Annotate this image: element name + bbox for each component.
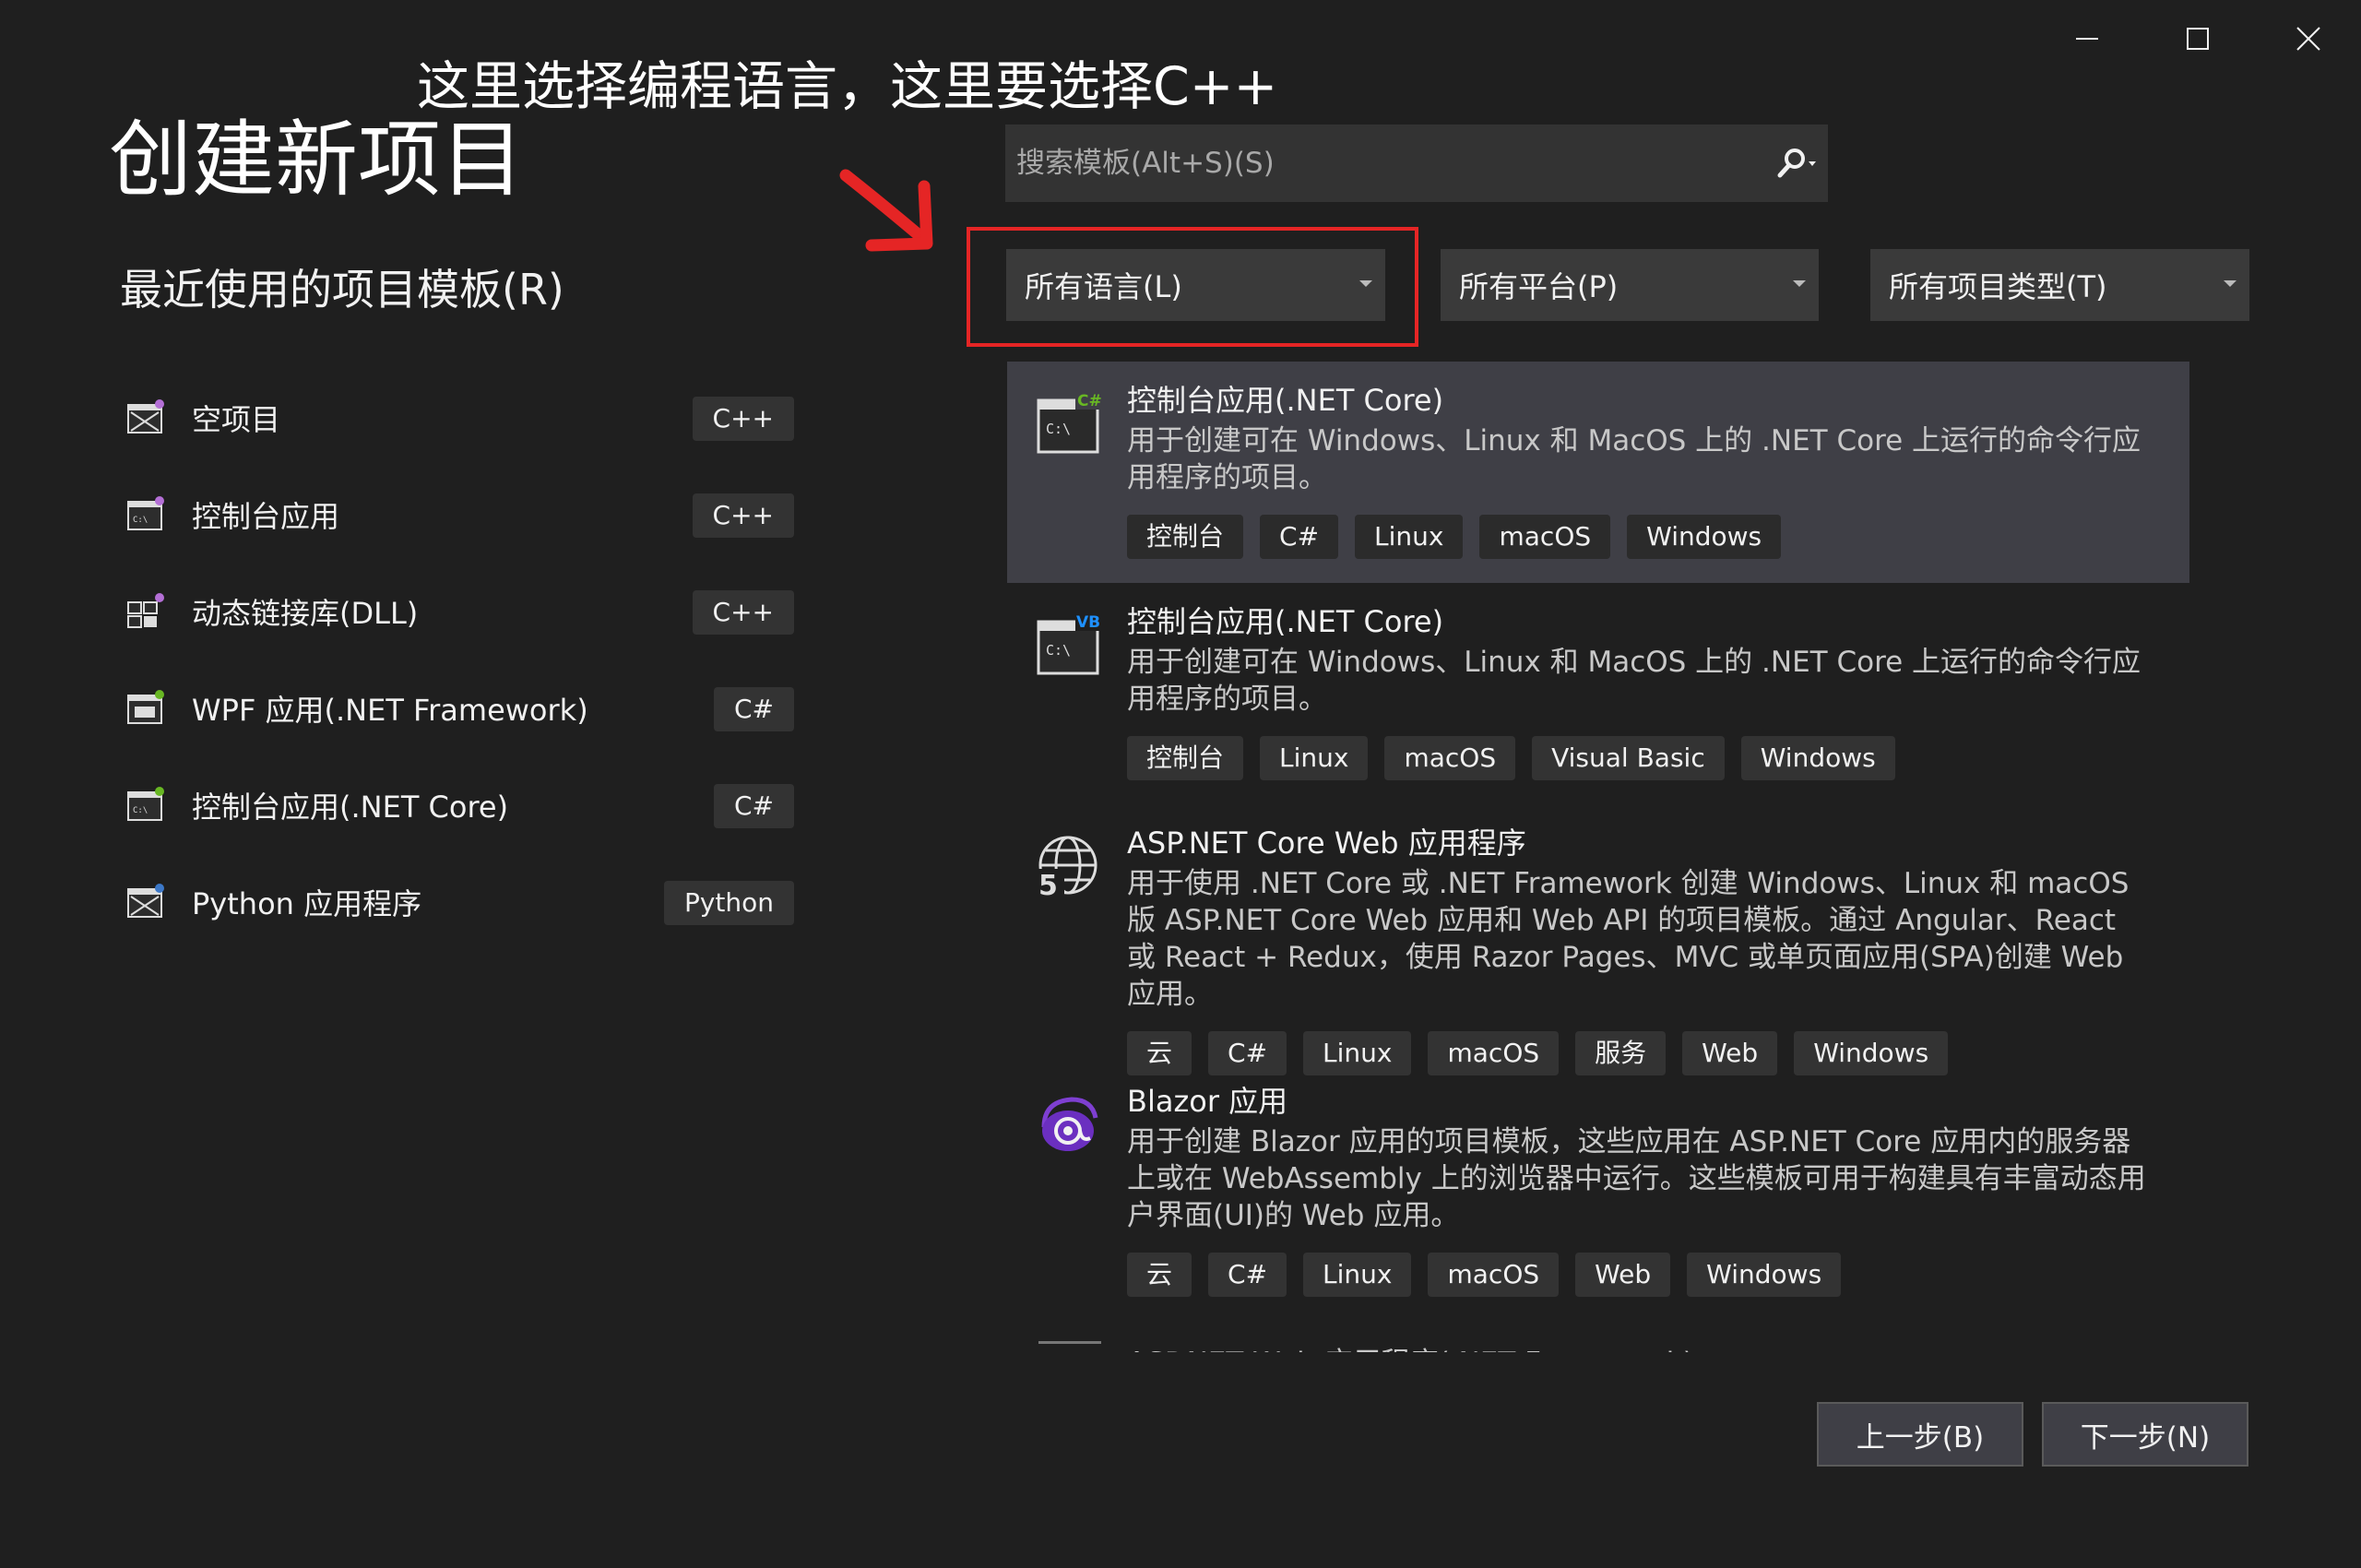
template-list[interactable]: C:\ C# 控制台应用(.NET Core) 用于创建可在 Windows、L… <box>1007 362 2189 1352</box>
svg-text:C:\: C:\ <box>1046 421 1071 437</box>
template-search <box>1005 125 1828 202</box>
recent-item-dll[interactable]: 动态链接库(DLL) C++ <box>120 563 798 659</box>
page-title: 创建新项目 <box>109 112 524 208</box>
search-input[interactable] <box>1005 147 1762 180</box>
template-description: 用于创建 Blazor 应用的项目模板，这些应用在 ASP.NET Core 应… <box>1127 1125 2146 1232</box>
svg-text:C:\: C:\ <box>1046 642 1071 659</box>
tag: 控制台 <box>1127 515 1244 559</box>
python-app-icon <box>127 883 164 918</box>
template-description: 用于创建可在 Windows、Linux 和 MacOS 上的 .NET Cor… <box>1127 646 2142 716</box>
language-badge: C++ <box>692 493 794 538</box>
tag: Visual Basic <box>1532 736 1725 780</box>
tag: C# <box>1260 515 1339 559</box>
template-description: 用于创建可在 Windows、Linux 和 MacOS 上的 .NET Cor… <box>1127 424 2142 494</box>
recent-item-label: Python 应用程序 <box>192 885 422 921</box>
template-title: 控制台应用(.NET Core) <box>1127 604 1444 639</box>
chevron-down-icon <box>2224 280 2236 287</box>
cutoff-icon <box>1038 1341 1101 1344</box>
wpf-app-icon <box>127 689 164 724</box>
template-item-aspnet-core-web[interactable]: 5 ASP.NET Core Web 应用程序 用于使用 .NET Core 或… <box>1007 804 2189 1075</box>
tag: Linux <box>1355 515 1464 559</box>
language-badge: C# <box>713 784 794 828</box>
tag: macOS <box>1428 1253 1560 1297</box>
back-button[interactable]: 上一步(B) <box>1817 1402 2023 1467</box>
recent-item-console-netcore[interactable]: C:\ 控制台应用(.NET Core) C# <box>120 756 798 853</box>
maximize-icon <box>2187 28 2209 50</box>
console-app-icon: C:\ <box>127 786 164 821</box>
minimize-button[interactable] <box>2036 11 2138 66</box>
chevron-down-icon <box>1793 280 1806 287</box>
search-button[interactable] <box>1762 125 1828 202</box>
svg-text:C:\: C:\ <box>133 806 148 815</box>
recent-item-label: 动态链接库(DLL) <box>192 595 419 631</box>
tag: Windows <box>1740 736 1895 780</box>
template-item-console-netcore-vb[interactable]: C:\ VB 控制台应用(.NET Core) 用于创建可在 Windows、L… <box>1007 583 2189 804</box>
minimize-icon <box>2076 38 2098 40</box>
template-item-cutoff[interactable]: ASP.NET Web 应用程序(.NET Framework) <box>1007 1321 2189 1352</box>
close-icon <box>2296 27 2320 51</box>
chevron-down-icon <box>1359 280 1372 287</box>
tag: Linux <box>1260 736 1369 780</box>
template-title: ASP.NET Web 应用程序(.NET Framework) <box>1127 1339 1694 1352</box>
annotation-arrow <box>839 169 933 252</box>
vb-console-icon: C:\ VB <box>1037 611 1103 675</box>
tag: Linux <box>1303 1253 1412 1297</box>
language-filter-dropdown[interactable]: 所有语言(L) <box>1006 249 1385 321</box>
tag: Windows <box>1687 1253 1842 1297</box>
tag: macOS <box>1384 736 1516 780</box>
recent-item-python-app[interactable]: Python 应用程序 Python <box>120 853 798 950</box>
tag: Web <box>1575 1253 1671 1297</box>
tag: C# <box>1208 1253 1287 1297</box>
close-button[interactable] <box>2258 11 2359 66</box>
annotation-text: 这里选择编程语言，这里要选择C++ <box>417 56 1278 117</box>
maximize-button[interactable] <box>2147 11 2248 66</box>
platform-filter-dropdown[interactable]: 所有平台(P) <box>1441 249 1819 321</box>
csharp-console-icon: C:\ C# <box>1037 389 1103 454</box>
tag: Windows <box>1627 515 1782 559</box>
project-type-filter-value: 所有项目类型(T) <box>1889 269 2107 304</box>
template-title: ASP.NET Core Web 应用程序 <box>1127 826 1526 861</box>
template-tags: 控制台 Linux macOS Visual Basic Windows <box>1127 736 2153 780</box>
empty-project-icon <box>127 398 164 434</box>
search-icon <box>1777 148 1816 178</box>
template-title: Blazor 应用 <box>1127 1084 1288 1119</box>
next-button[interactable]: 下一步(N) <box>2042 1402 2248 1467</box>
language-badge: C++ <box>692 590 794 635</box>
language-badge: C++ <box>692 397 794 441</box>
template-title: 控制台应用(.NET Core) <box>1127 383 1444 418</box>
recent-templates-heading: 最近使用的项目模板(R) <box>120 265 564 315</box>
recent-item-label: WPF 应用(.NET Framework) <box>192 692 588 728</box>
recent-item-console-app[interactable]: C:\ 控制台应用 C++ <box>120 466 798 563</box>
recent-item-label: 控制台应用 <box>192 498 340 534</box>
svg-text:5: 5 <box>1038 870 1058 900</box>
recent-templates-list: 空项目 C++ C:\ 控制台应用 C++ 动态链接库(DLL) C++ WPF… <box>120 369 798 950</box>
language-badge: C# <box>713 687 794 731</box>
globe-icon: 5 <box>1037 836 1097 900</box>
tag: 控制台 <box>1127 736 1244 780</box>
template-badge: C# <box>1077 392 1102 410</box>
language-filter-value: 所有语言(L) <box>1025 269 1182 304</box>
recent-item-wpf-app[interactable]: WPF 应用(.NET Framework) C# <box>120 659 798 756</box>
recent-item-label: 控制台应用(.NET Core) <box>192 789 509 825</box>
console-app-icon: C:\ <box>127 495 164 530</box>
project-type-filter-dropdown[interactable]: 所有项目类型(T) <box>1870 249 2249 321</box>
tag: 云 <box>1127 1253 1192 1297</box>
template-item-console-netcore-csharp[interactable]: C:\ C# 控制台应用(.NET Core) 用于创建可在 Windows、L… <box>1007 362 2189 583</box>
template-tags: 云 C# Linux macOS Web Windows <box>1127 1253 2153 1297</box>
dll-icon <box>127 592 164 628</box>
template-tags: 控制台 C# Linux macOS Windows <box>1127 515 2153 559</box>
tag: macOS <box>1479 515 1611 559</box>
recent-item-label: 空项目 <box>192 401 281 437</box>
template-description: 用于使用 .NET Core 或 .NET Framework 创建 Windo… <box>1127 867 2130 1011</box>
template-item-blazor[interactable]: Blazor 应用 用于创建 Blazor 应用的项目模板，这些应用在 ASP.… <box>1007 1063 2189 1321</box>
blazor-icon <box>1041 1097 1098 1151</box>
template-badge: VB <box>1076 613 1100 632</box>
platform-filter-value: 所有平台(P) <box>1459 269 1619 304</box>
svg-text:C:\: C:\ <box>133 516 148 525</box>
recent-item-empty-project[interactable]: 空项目 C++ <box>120 369 798 466</box>
language-badge: Python <box>663 881 794 925</box>
